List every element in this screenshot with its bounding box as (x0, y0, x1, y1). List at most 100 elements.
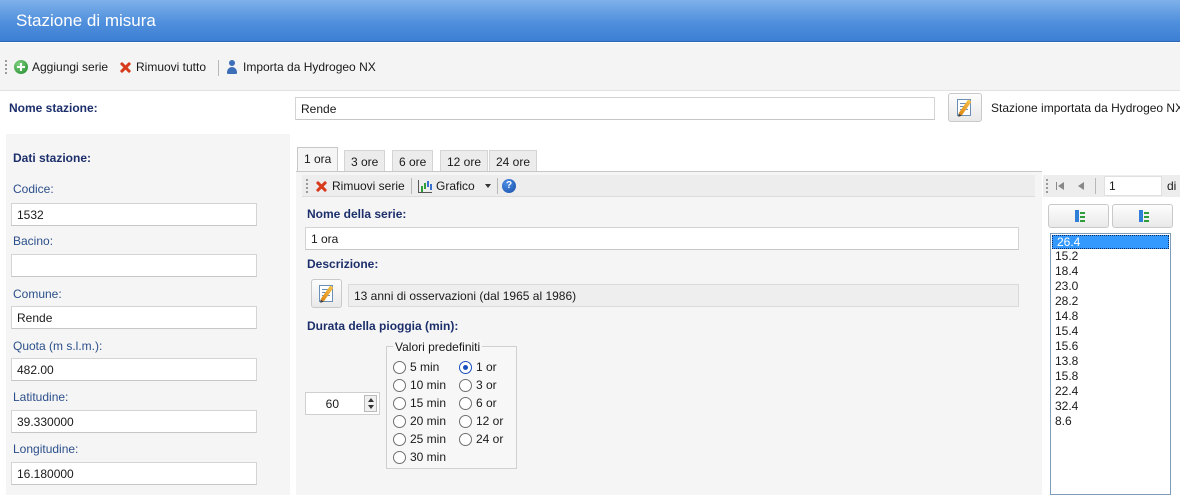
preset-label: 12 or (476, 414, 504, 428)
list-item[interactable]: 14.8 (1051, 309, 1170, 324)
code-field[interactable]: 1532 (11, 203, 257, 226)
preset-12-or[interactable]: 12 or (459, 414, 503, 428)
tab-6-ore[interactable]: 6 ore (392, 150, 434, 171)
preset-label: 10 min (410, 378, 447, 392)
pager-grip (1046, 179, 1048, 193)
list-item[interactable]: 28.2 (1051, 294, 1170, 309)
preset-label: 24 or (476, 432, 504, 446)
radio-icon (393, 360, 406, 374)
preset-label: 15 min (410, 396, 447, 410)
title-bar: Stazione di misura (0, 0, 1180, 42)
preset-label: 25 min (410, 432, 447, 446)
user-icon (225, 60, 239, 74)
main-toolbar: Aggiungi serie Rimuovi tutto Importa da … (0, 43, 1180, 91)
add-icon (14, 60, 28, 74)
radio-icon (393, 432, 406, 446)
import-hydrogeo-button[interactable]: Importa da Hydrogeo NX (225, 57, 376, 77)
duration-value: 60 (325, 397, 339, 411)
preset-label: 20 min (410, 414, 447, 428)
list-item[interactable]: 15.8 (1051, 369, 1170, 384)
remove-icon (118, 60, 132, 74)
preset-24-or[interactable]: 24 or (459, 432, 503, 446)
list-item[interactable]: 15.2 (1051, 249, 1170, 264)
basin-field[interactable] (11, 254, 257, 277)
add-series-button[interactable]: Aggiungi serie (14, 57, 108, 77)
preset-3-or[interactable]: 3 or (459, 378, 497, 392)
station-name-field[interactable]: Rende (295, 97, 935, 120)
chart-label: Grafico (436, 179, 475, 193)
preset-5-min[interactable]: 5 min (393, 360, 439, 374)
first-page-icon[interactable] (1054, 179, 1068, 193)
tab-3-ore[interactable]: 3 ore (344, 150, 386, 171)
list-item[interactable]: 8.6 (1051, 414, 1170, 429)
list-item[interactable]: 22.4 (1051, 384, 1170, 399)
preset-6-or[interactable]: 6 or (459, 396, 497, 410)
preset-label: 6 or (476, 396, 497, 410)
preset-30-min[interactable]: 30 min (393, 450, 446, 464)
preset-20-min[interactable]: 20 min (393, 414, 446, 428)
previous-page-icon[interactable] (1074, 179, 1088, 193)
preset-25-min[interactable]: 25 min (393, 432, 446, 446)
preset-label: 30 min (410, 450, 447, 464)
altitude-label: Quota (m s.l.m.): (13, 339, 103, 353)
radio-icon (459, 378, 472, 392)
basin-label: Bacino: (13, 234, 54, 248)
preset-10-min[interactable]: 10 min (393, 378, 446, 392)
radio-icon (393, 414, 406, 428)
remove-all-button[interactable]: Rimuovi tutto (118, 57, 206, 77)
station-name-label: Nome stazione: (9, 101, 98, 115)
edit-description-button[interactable] (311, 279, 342, 308)
list-item[interactable]: 26.4 (1052, 235, 1169, 249)
series-toolbar-separator-2 (497, 178, 498, 194)
remove-series-label: Rimuovi serie (332, 179, 405, 193)
longitude-label: Longitudine: (13, 442, 79, 456)
edit-station-button[interactable] (948, 93, 982, 122)
code-label: Codice: (13, 182, 54, 196)
chart-dropdown-button[interactable]: Grafico (418, 176, 491, 196)
series-name-field[interactable]: 1 ora (305, 227, 1019, 250)
page-number-field[interactable]: 1 (1104, 176, 1162, 196)
tab-12-ore[interactable]: 12 ore (440, 150, 489, 171)
list-item[interactable]: 18.4 (1051, 264, 1170, 279)
remove-all-label: Rimuovi tutto (136, 60, 207, 74)
toolbar-separator (218, 60, 219, 76)
station-data-header: Dati stazione: (13, 151, 92, 165)
radio-icon (393, 378, 406, 392)
sort-ascending-icon (1072, 209, 1086, 223)
preset-label: 1 or (476, 360, 497, 374)
series-name-label: Nome della serie: (307, 207, 407, 221)
list-item[interactable]: 32.4 (1051, 399, 1170, 414)
remove-series-icon (314, 179, 328, 193)
help-icon[interactable]: ? (502, 179, 516, 193)
latitude-label: Latitudine: (13, 390, 69, 404)
list-item[interactable]: 15.4 (1051, 324, 1170, 339)
sort-ascending-button[interactable] (1048, 204, 1109, 228)
municipality-field[interactable]: Rende (11, 306, 257, 329)
values-list[interactable]: 26.4 15.2 18.4 23.0 28.2 14.8 15.4 15.6 13.8 15.8… (1050, 233, 1171, 495)
sort-descending-icon (1136, 209, 1150, 223)
presets-group: Valori predefiniti 5 min 10 min 15 min 2… (386, 340, 517, 469)
pager-separator (1095, 178, 1096, 194)
sort-descending-button[interactable] (1112, 204, 1173, 228)
list-item[interactable]: 13.8 (1051, 354, 1170, 369)
import-hydrogeo-label: Importa da Hydrogeo NX (243, 60, 376, 74)
list-item[interactable]: 23.0 (1051, 279, 1170, 294)
series-toolbar-separator (411, 178, 412, 194)
list-item[interactable]: 15.6 (1051, 339, 1170, 354)
preset-label: 3 or (476, 378, 497, 392)
longitude-field[interactable]: 16.180000 (11, 462, 257, 485)
altitude-field[interactable]: 482.00 (11, 358, 257, 381)
tab-24-ore[interactable]: 24 ore (489, 150, 538, 171)
radio-icon (459, 396, 472, 410)
tab-1-ora[interactable]: 1 ora (297, 147, 339, 171)
radio-icon (393, 396, 406, 410)
preset-1-or[interactable]: 1 or (459, 360, 497, 374)
duration-spinner[interactable]: 60 (305, 392, 380, 415)
spinner-arrows-icon[interactable] (364, 395, 377, 412)
latitude-field[interactable]: 39.330000 (11, 410, 257, 433)
remove-series-button[interactable]: Rimuovi serie (314, 176, 405, 196)
duration-label: Durata della pioggia (min): (307, 319, 459, 333)
preset-15-min[interactable]: 15 min (393, 396, 446, 410)
radio-icon (459, 414, 472, 428)
description-label: Descrizione: (307, 257, 379, 271)
